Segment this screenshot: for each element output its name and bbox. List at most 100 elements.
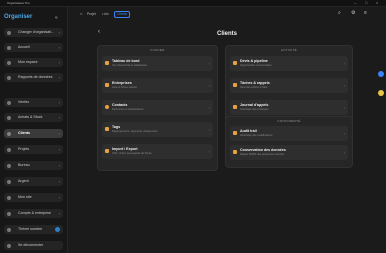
maximize-button[interactable]: □: [365, 0, 367, 6]
sidebar-item-label: Mon site: [18, 195, 32, 199]
app-logo: Organiser: [4, 14, 33, 20]
sidebar-item-label: Ventes: [18, 100, 29, 104]
checklist-icon: [233, 83, 237, 87]
panel-header: ACTIVITÉ: [281, 48, 297, 52]
main-content: ‹ Clients FICHIER Tableau de bord Vue d'…: [68, 22, 386, 253]
sidebar-item-label: Projets: [18, 147, 30, 151]
card-title: Devis & pipeline: [240, 58, 268, 63]
card-data-retention[interactable]: Conservation des données Règles RGPD des…: [230, 145, 348, 160]
panel-header: CONFORMITÉ: [277, 119, 301, 123]
panel-header: FICHIER: [150, 48, 165, 52]
chevron-right-icon: ›: [58, 163, 60, 168]
card-audit-trail[interactable]: Audit trail Historique des modifications…: [230, 126, 348, 141]
window-title: Organisateur Pro: [7, 1, 30, 5]
tab-project[interactable]: Projet: [87, 11, 96, 17]
chevron-right-icon: ›: [343, 131, 345, 136]
sidebar-item-sales[interactable]: Ventes ›: [4, 98, 63, 107]
chevron-right-icon: ›: [58, 211, 60, 216]
sidebar-item-label: Changer d'organisati...: [18, 30, 55, 34]
sidebar-item-label: Bureau: [18, 163, 30, 167]
sidebar-item-home[interactable]: Accueil ›: [4, 43, 63, 52]
box-icon: [7, 115, 11, 120]
chart-icon: [7, 75, 11, 80]
close-button[interactable]: ×: [376, 0, 378, 6]
card-tasks-reminders[interactable]: Tâches & rappels Suivi des actions à fai…: [230, 78, 348, 93]
sidebar-item-clients[interactable]: Clients ›: [4, 129, 63, 138]
sidebar-item-my-site[interactable]: Mon site ›: [4, 193, 63, 202]
menu-icon[interactable]: ≡: [364, 10, 367, 16]
users-icon: [7, 131, 11, 136]
sidebar-item-data-reports[interactable]: Rapports de données ›: [4, 73, 63, 82]
account-icon: [7, 211, 11, 216]
sidebar-item-label: Se déconnecter: [18, 243, 44, 247]
search-icon[interactable]: ⌕: [338, 10, 341, 16]
sidebar-item-switch-organization[interactable]: Changer d'organisati... ›: [4, 28, 63, 37]
sidebar-item-projects[interactable]: Projets ›: [4, 145, 63, 154]
card-import-export[interactable]: Import / Export CSV, vCard, sauvegarde d…: [102, 144, 213, 159]
minimize-button[interactable]: –: [354, 0, 356, 6]
card-dashboard[interactable]: Tableau de bord Vue d'ensemble et statis…: [102, 56, 213, 71]
chevron-right-icon: ›: [208, 83, 210, 88]
building-icon: [105, 83, 109, 87]
chevron-right-icon: ›: [58, 115, 60, 120]
card-subtitle: Regroupement, segments, classements: [112, 130, 158, 133]
panel-file: FICHIER Tableau de bord Vue d'ensemble e…: [97, 45, 218, 171]
window-titlebar: Organisateur Pro – □ ×: [0, 0, 386, 7]
card-title: Audit trail: [240, 128, 257, 133]
sidebar-item-money[interactable]: Argent ›: [4, 177, 63, 186]
chevron-right-icon: ›: [208, 61, 210, 66]
sidebar-item-dark-theme[interactable]: Thème sombre: [4, 225, 63, 234]
tab-list[interactable]: Liste: [102, 11, 109, 17]
collapse-sidebar-icon[interactable]: «: [55, 15, 58, 21]
home-icon[interactable]: ⌂: [80, 11, 82, 16]
dark-theme-toggle[interactable]: [55, 227, 60, 232]
chevron-right-icon: ›: [58, 75, 60, 80]
page-title: Clients: [216, 31, 237, 37]
card-title: Journal d'appels: [240, 102, 269, 107]
chevron-right-icon: ›: [343, 61, 345, 66]
card-quotes-pipeline[interactable]: Devis & pipeline Opportunités commercial…: [230, 56, 348, 71]
sidebar-item-office[interactable]: Bureau ›: [4, 161, 63, 170]
card-contacts[interactable]: Contacts Personnes et interlocuteurs ›: [102, 100, 213, 115]
card-subtitle: Opportunités commerciales: [240, 64, 272, 67]
sidebar-item-account-company[interactable]: Compte & entreprise ›: [4, 209, 63, 218]
card-subtitle: CSV, vCard, sauvegarde de fiches: [112, 152, 152, 155]
floating-action-button[interactable]: [378, 71, 384, 77]
chevron-right-icon: ›: [343, 150, 345, 155]
card-call-log[interactable]: Journal d'appels Historique des échanges…: [230, 100, 348, 115]
chevron-right-icon: ›: [58, 30, 60, 35]
chevron-right-icon: ›: [343, 105, 345, 110]
sidebar-item-logout[interactable]: Se déconnecter: [4, 241, 63, 250]
sidebar-item-label: Achats & Stock: [18, 115, 43, 119]
card-title: Entreprises: [112, 80, 132, 85]
card-subtitle: Vue d'ensemble et statistiques: [112, 64, 148, 67]
dashboard-icon: [105, 61, 109, 65]
card-subtitle: Suivi des actions à faire: [240, 86, 268, 89]
building-icon: [7, 30, 11, 35]
logout-icon: [7, 243, 11, 248]
wallet-icon: [7, 179, 11, 184]
tab-clients[interactable]: Clients: [114, 11, 131, 18]
database-icon: [233, 150, 237, 154]
card-title: Contacts: [112, 102, 128, 107]
card-subtitle: Historique des modifications: [240, 134, 273, 137]
chevron-right-icon: ›: [208, 105, 210, 110]
import-export-icon: [105, 149, 109, 153]
sidebar-item-label: Mon espace: [18, 60, 38, 64]
sidebar-item-label: Thème sombre: [18, 227, 43, 231]
sidebar: Organiser « Changer d'organisati... › Ac…: [0, 7, 68, 253]
chevron-right-icon: ›: [343, 83, 345, 88]
cart-icon: [7, 100, 11, 105]
floating-help-button[interactable]: [378, 90, 384, 96]
sidebar-item-purchases-stock[interactable]: Achats & Stock ›: [4, 113, 63, 122]
topbar: ⌂ Projet Liste Clients ⌕ ⚙ ≡: [68, 7, 386, 21]
pipeline-icon: [233, 61, 237, 65]
card-subtitle: Historique des échanges: [240, 108, 269, 111]
card-title: Tâches & rappels: [240, 80, 270, 85]
panel-compliance: CONFORMITÉ Audit trail Historique des mo…: [225, 116, 353, 168]
home-icon: [7, 45, 11, 50]
gear-icon[interactable]: ⚙: [351, 10, 355, 16]
card-tags[interactable]: Tags Regroupement, segments, classements…: [102, 122, 213, 137]
sidebar-item-my-space[interactable]: Mon espace ›: [4, 58, 63, 67]
card-companies[interactable]: Entreprises Liste et fiches société ›: [102, 78, 213, 93]
